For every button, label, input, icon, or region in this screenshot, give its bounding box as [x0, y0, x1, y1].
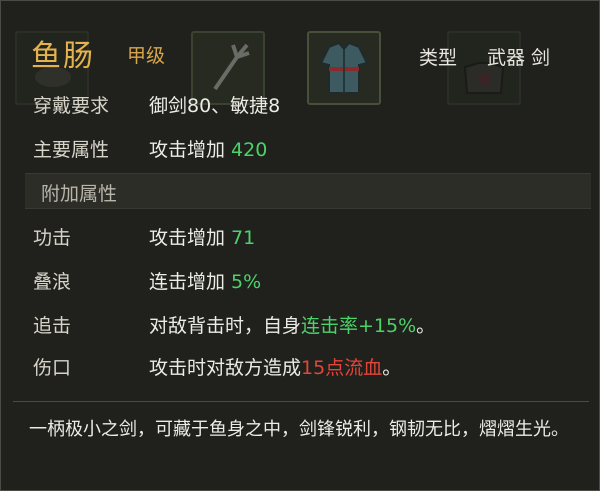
special-text: 攻击时对敌方造成 [149, 357, 302, 379]
special-effect: 攻击时对敌方造成15点流血。 [149, 353, 401, 380]
robe-icon [319, 41, 369, 94]
divider [13, 401, 589, 402]
item-type-label: 类型 [419, 47, 458, 69]
special-highlight: 15点流血 [301, 357, 383, 379]
item-grade: 甲级 [127, 45, 166, 67]
extra-attr-header: 附加属性 [25, 173, 591, 209]
special-label: 追击 [33, 315, 72, 337]
extra-attr-number: 71 [231, 227, 256, 249]
special-effect: 对敌背击时，自身连击率+15%。 [149, 311, 435, 338]
requirements-value: 御剑80、敏捷8 [149, 95, 281, 117]
extra-attr-text: 连击增加 [149, 271, 232, 293]
item-description: 一柄极小之剑，可藏于鱼身之中，剑锋锐利，钢韧无比，熠熠生光。 [29, 419, 569, 440]
special-text-end: 。 [416, 315, 436, 337]
main-attr-label: 主要属性 [33, 139, 110, 161]
special-text-end: 。 [382, 357, 402, 379]
item-name: 鱼肠 [31, 39, 95, 74]
special-highlight: 连击率+15% [301, 315, 417, 337]
extra-attr-text: 攻击增加 [149, 227, 232, 249]
main-attr-text: 攻击增加 [149, 139, 232, 161]
extra-attr-label: 叠浪 [33, 271, 72, 293]
inventory-slot[interactable] [307, 31, 381, 105]
extra-attr-value: 攻击增加 71 [149, 223, 255, 250]
extra-attr-label: 功击 [33, 227, 72, 249]
extra-attr-number: 5% [231, 271, 262, 293]
special-label: 伤口 [33, 357, 72, 379]
item-type-value: 武器 剑 [487, 47, 551, 69]
extra-attr-value: 连击增加 5% [149, 267, 261, 294]
extra-attr-title: 附加属性 [41, 183, 118, 205]
requirements-label: 穿戴要求 [33, 95, 110, 117]
special-text: 对敌背击时，自身 [149, 315, 302, 337]
main-attr-value: 攻击增加 420 [149, 135, 267, 162]
main-attr-number: 420 [231, 139, 268, 161]
item-tooltip: 鱼肠 甲级 类型 武器 剑 穿戴要求 御剑80、敏捷8 主要属性 攻击增加 42… [0, 0, 600, 491]
